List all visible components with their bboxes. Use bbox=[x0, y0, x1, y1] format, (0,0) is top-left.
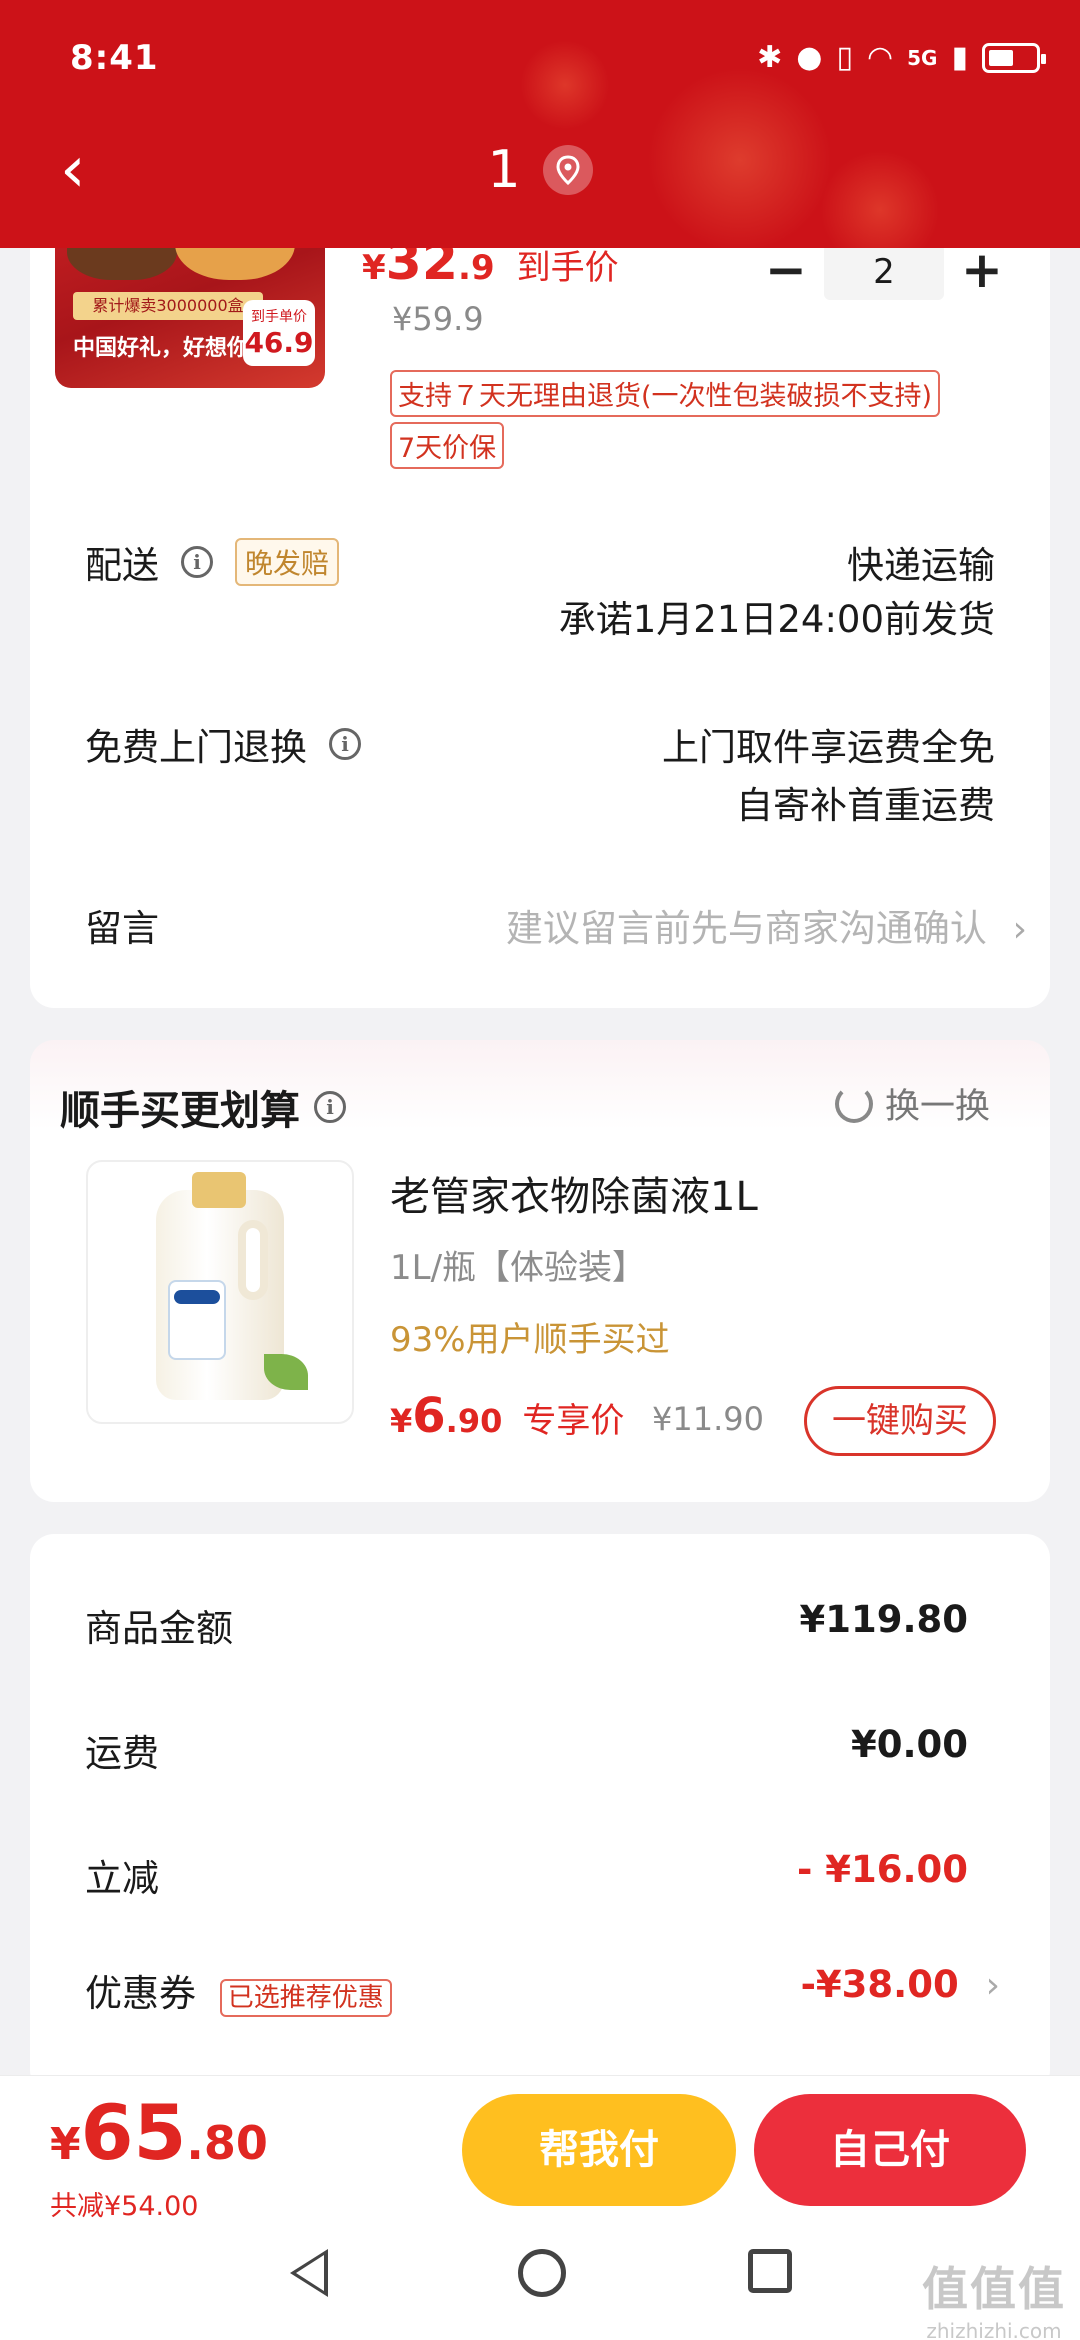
addon-price-label: 专享价 bbox=[522, 1401, 625, 1441]
increase-button[interactable]: + bbox=[952, 244, 1012, 300]
title-wrap: 1 bbox=[0, 140, 1080, 200]
price-decimal: .9 bbox=[458, 248, 495, 288]
status-icons: ✱ ● ▯ ◠ 5G ▮ bbox=[757, 40, 1046, 75]
watermark-logo: 值值值 bbox=[922, 2262, 1066, 2316]
bottle-label bbox=[168, 1280, 226, 1360]
help-pay-button[interactable]: 帮我付 bbox=[462, 2094, 736, 2206]
system-nav-bar: 值值值 zhizhizhi.com bbox=[0, 2225, 1080, 2340]
returns-label-group: 免费上门退换 i bbox=[85, 717, 361, 771]
total-price: ¥ 65 .80 bbox=[50, 2088, 268, 2177]
coupon-value: -¥38.00 bbox=[800, 1963, 959, 2006]
watermark-url: zhizhizhi.com bbox=[926, 2319, 1062, 2340]
location-icon: ● bbox=[796, 40, 823, 75]
vibrate-icon: ▯ bbox=[836, 40, 853, 75]
swap-label: 换一换 bbox=[884, 1087, 990, 1127]
shipping-value: ¥0.00 bbox=[850, 1723, 968, 1766]
info-icon[interactable]: i bbox=[181, 546, 213, 578]
addon-product-spec: 1L/瓶【体验装】 bbox=[390, 1248, 647, 1288]
discount-value: - ¥16.00 bbox=[796, 1848, 968, 1891]
bottle-handle bbox=[238, 1220, 268, 1300]
returns-line1: 上门取件享运费全免 bbox=[662, 726, 995, 769]
location-pin-icon[interactable] bbox=[542, 145, 593, 195]
leaf-decoration bbox=[264, 1354, 308, 1390]
total-decimal: .80 bbox=[186, 2116, 268, 2170]
delivery-label-group: 配送 i 晚发赔 bbox=[85, 535, 340, 589]
addon-bought-stat: 93%用户顺手买过 bbox=[390, 1320, 670, 1360]
delivery-promise: 承诺1月21日24:00前发货 bbox=[558, 598, 995, 641]
image-price-badge: 到手单价 46.9 bbox=[243, 300, 315, 366]
message-field[interactable]: 建议留言前先与商家沟通确认 › bbox=[506, 898, 1027, 952]
bottle-illustration bbox=[156, 1172, 308, 1400]
addon-product-image[interactable] bbox=[86, 1160, 354, 1424]
addon-title: 顺手买更划算 bbox=[60, 1088, 300, 1134]
home-circle-icon[interactable] bbox=[518, 2249, 566, 2297]
image-badge-value: 46.9 bbox=[244, 326, 314, 359]
late-compensation-chip: 晚发赔 bbox=[235, 538, 340, 586]
chevron-right-icon: › bbox=[985, 1965, 1000, 2006]
delivery-label: 配送 bbox=[85, 544, 159, 587]
total-currency: ¥ bbox=[50, 2119, 81, 2170]
5g-signal-icon: 5G bbox=[907, 45, 938, 70]
addon-title-group: 顺手买更划算 i bbox=[60, 1078, 346, 1136]
coupon-recommended-chip: 已选推荐优惠 bbox=[219, 1979, 392, 2017]
nav-bar: ‹ 1 bbox=[0, 130, 1080, 220]
signal-bars-icon: ▮ bbox=[951, 40, 968, 75]
coupon-label-group: 优惠券 已选推荐优惠 bbox=[85, 1963, 392, 2017]
message-label: 留言 bbox=[85, 907, 159, 950]
decrease-button[interactable]: − bbox=[756, 244, 816, 300]
header: 8:41 ✱ ● ▯ ◠ 5G ▮ ‹ 1 bbox=[0, 0, 1080, 248]
image-badge-label: 到手单价 bbox=[251, 309, 307, 325]
bluetooth-icon: ✱ bbox=[757, 40, 783, 75]
addon-price-decimal: .90 bbox=[445, 1402, 503, 1440]
bottle-cap bbox=[192, 1172, 246, 1208]
addon-price-integer: 6 bbox=[412, 1388, 446, 1444]
quantity-input[interactable]: 2 bbox=[824, 244, 944, 300]
battery-icon bbox=[982, 42, 1046, 73]
back-triangle-icon[interactable] bbox=[290, 2249, 328, 2297]
addon-product-name[interactable]: 老管家衣物除菌液1L bbox=[390, 1164, 758, 1222]
total-saved: 共减¥54.00 bbox=[50, 2191, 199, 2222]
shipping-label: 运费 bbox=[85, 1732, 159, 1775]
status-bar: 8:41 ✱ ● ▯ ◠ 5G ▮ bbox=[0, 0, 1080, 120]
original-price: ¥59.9 bbox=[392, 300, 484, 338]
image-slogan: 中国好礼，好想你 bbox=[73, 336, 250, 361]
price-protect-tag: 7天价保 bbox=[390, 422, 505, 469]
total-integer: 65 bbox=[80, 2088, 187, 2177]
goods-amount-value: ¥119.80 bbox=[799, 1598, 968, 1641]
one-click-buy-button[interactable]: 一键购买 bbox=[804, 1386, 996, 1456]
price-currency: ¥ bbox=[362, 248, 386, 288]
return-policy-tag: 支持７天无理由退货(一次性包装破损不支持) bbox=[390, 370, 941, 417]
quantity-stepper: − 2 + bbox=[756, 244, 1012, 300]
page-title: 1 bbox=[487, 140, 521, 200]
returns-line2: 自寄补首重运费 bbox=[736, 784, 995, 827]
status-time: 8:41 bbox=[70, 38, 159, 78]
returns-label: 免费上门退换 bbox=[85, 726, 307, 769]
sales-band: 累计爆卖3000000盒 bbox=[73, 292, 263, 320]
coupon-label: 优惠券 bbox=[85, 1972, 196, 2015]
checkout-bar: ¥ 65 .80 共减¥54.00 帮我付 自己付 bbox=[0, 2075, 1080, 2225]
wifi-icon: ◠ bbox=[866, 40, 894, 75]
goods-amount-label: 商品金额 bbox=[85, 1607, 233, 1650]
addon-original-price: ¥11.90 bbox=[652, 1400, 764, 1438]
info-icon[interactable]: i bbox=[329, 728, 361, 760]
discount-label: 立减 bbox=[85, 1857, 159, 1900]
delivery-method: 快递运输 bbox=[847, 544, 995, 587]
addon-price-currency: ¥ bbox=[390, 1402, 413, 1440]
watermark: 值值值 zhizhizhi.com bbox=[922, 2253, 1066, 2340]
refresh-icon bbox=[834, 1084, 873, 1123]
self-pay-button[interactable]: 自己付 bbox=[754, 2094, 1026, 2206]
recents-square-icon[interactable] bbox=[748, 2249, 792, 2293]
addon-price: ¥ 6 .90 专享价 bbox=[390, 1388, 624, 1444]
message-placeholder: 建议留言前先与商家沟通确认 bbox=[505, 907, 987, 950]
swap-button[interactable]: 换一换 bbox=[834, 1078, 990, 1129]
chevron-right-icon: › bbox=[1012, 909, 1027, 950]
info-icon[interactable]: i bbox=[314, 1091, 346, 1123]
coupon-value-group[interactable]: -¥38.00 › bbox=[801, 1963, 1000, 2006]
